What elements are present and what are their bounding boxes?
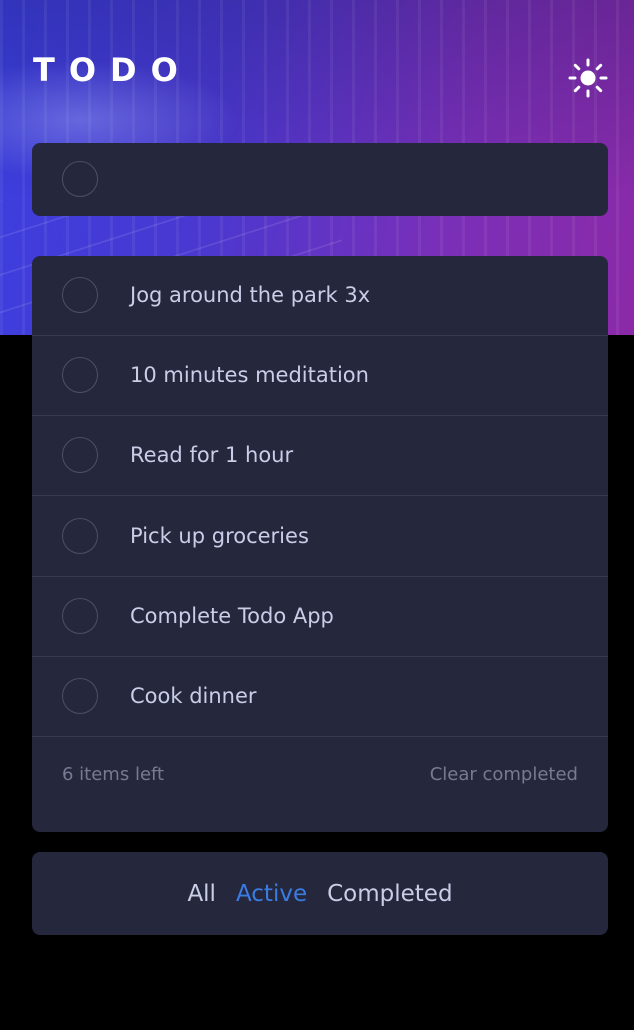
todo-label: Read for 1 hour [130, 443, 294, 467]
todo-item[interactable]: 10 minutes meditation [32, 336, 608, 416]
items-left-count: 6 items left [62, 764, 165, 785]
todo-checkbox[interactable] [62, 598, 98, 634]
todo-checkbox[interactable] [62, 277, 98, 313]
todo-item[interactable]: Pick up groceries [32, 497, 608, 577]
clear-completed-button[interactable]: Clear completed [430, 738, 578, 812]
todo-item[interactable]: Jog around the park 3x [32, 256, 608, 336]
todo-label: 10 minutes meditation [130, 363, 369, 387]
todo-item[interactable]: Read for 1 hour [32, 416, 608, 496]
todo-item[interactable]: Cook dinner [32, 657, 608, 737]
todo-label: Complete Todo App [130, 604, 334, 628]
list-footer: 6 items left Clear completed [32, 738, 608, 832]
todo-item[interactable]: Complete Todo App [32, 577, 608, 657]
todo-checkbox[interactable] [62, 437, 98, 473]
todo-list: Jog around the park 3x 10 minutes medita… [32, 256, 608, 832]
new-todo-checkbox[interactable] [62, 161, 98, 197]
filter-active-button[interactable]: Active [236, 881, 307, 907]
new-todo-card [32, 143, 608, 218]
sun-icon [568, 58, 608, 98]
filter-bar: All Active Completed [32, 852, 608, 935]
todo-label: Cook dinner [130, 684, 257, 708]
theme-toggle-button[interactable] [566, 56, 610, 100]
todo-checkbox[interactable] [62, 518, 98, 554]
todo-label: Jog around the park 3x [130, 283, 371, 307]
filter-all-button[interactable]: All [187, 881, 216, 907]
filter-completed-button[interactable]: Completed [327, 881, 452, 907]
todo-checkbox[interactable] [62, 678, 98, 714]
new-todo-input[interactable] [130, 143, 594, 218]
app-title: TODO [33, 51, 192, 89]
todo-label: Pick up groceries [130, 524, 309, 548]
todo-checkbox[interactable] [62, 357, 98, 393]
